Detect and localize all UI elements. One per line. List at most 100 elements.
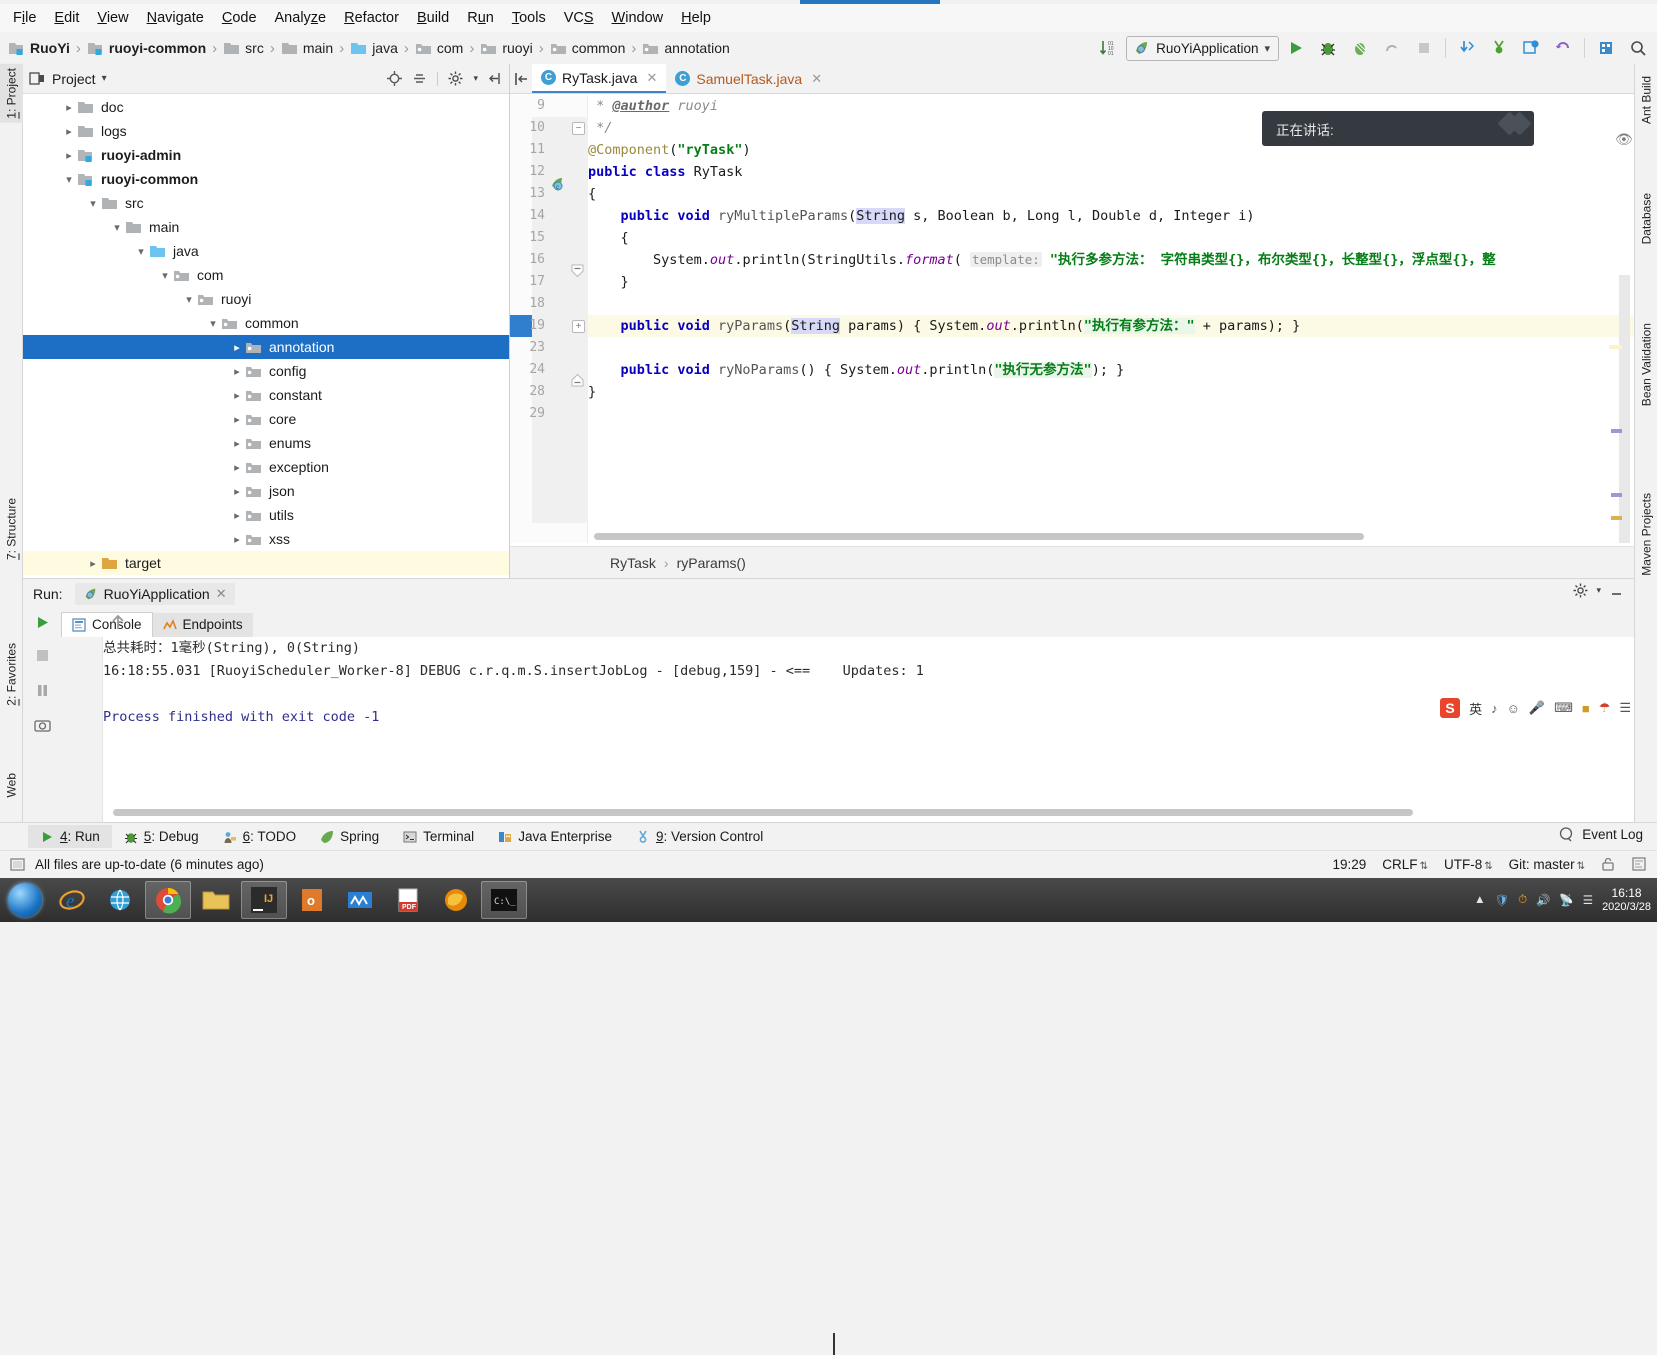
- cmd-icon[interactable]: C:\_: [481, 881, 527, 919]
- line-separator-widget[interactable]: CRLF ⇅: [1382, 857, 1428, 872]
- fold-marker-comment[interactable]: −: [572, 122, 585, 135]
- chevron-down-icon[interactable]: ▾: [133, 245, 149, 258]
- coverage-icon[interactable]: [1345, 35, 1375, 61]
- tree-node-doc[interactable]: ▸ doc: [23, 95, 509, 119]
- database-icon[interactable]: [1591, 35, 1621, 61]
- firefox-icon[interactable]: [433, 881, 479, 919]
- tree-node-main[interactable]: ▾ main: [23, 215, 509, 239]
- tab-rytask-java[interactable]: C RyTask.java ✕: [532, 64, 667, 93]
- menu-item-run[interactable]: Run: [458, 7, 503, 29]
- chevron-down-icon[interactable]: ▾: [85, 197, 101, 210]
- clock-sync-icon[interactable]: ⏱: [1518, 894, 1527, 907]
- chevron-right-icon[interactable]: ▸: [61, 125, 77, 138]
- tree-node-common[interactable]: ▾ common: [23, 311, 509, 335]
- chevron-right-icon[interactable]: ▸: [61, 149, 77, 162]
- chevron-down-icon-run[interactable]: ▾: [1596, 585, 1601, 596]
- menu-icon[interactable]: ☰: [1619, 700, 1631, 716]
- update-project-icon[interactable]: [1452, 35, 1482, 61]
- sound-icon[interactable]: 🔊: [1536, 893, 1550, 907]
- bottom-tab-todo[interactable]: 6: TODO: [211, 825, 309, 848]
- breadcrumb-ruoyi[interactable]: RuoYi: [6, 40, 72, 56]
- jetbrains-icon[interactable]: IJ: [241, 881, 287, 919]
- breadcrumb-main[interactable]: main: [279, 40, 335, 56]
- menu-item-code[interactable]: Code: [213, 7, 266, 29]
- signal-icon[interactable]: ☰: [1583, 893, 1593, 907]
- chevron-down-icon[interactable]: ▾: [61, 173, 77, 186]
- class-run-gutter-icon[interactable]: c: [549, 175, 567, 193]
- tree-node-exception[interactable]: ▸ exception: [23, 455, 509, 479]
- breadcrumb-src[interactable]: src: [221, 40, 266, 56]
- debug-icon[interactable]: [1313, 35, 1343, 61]
- tab-samueltask-java[interactable]: C SamuelTask.java ✕: [666, 64, 832, 93]
- bottom-tab-spring[interactable]: Spring: [308, 825, 391, 848]
- tree-node-ruoyi-admin[interactable]: ▸ ruoyi-admin: [23, 143, 509, 167]
- console-horizontal-scrollbar[interactable]: [113, 809, 1413, 816]
- eye-icon[interactable]: 👁: [1615, 131, 1633, 148]
- menu-item-build[interactable]: Build: [408, 7, 458, 29]
- sidebar-item-bean-validation[interactable]: Bean Validation: [1635, 319, 1657, 410]
- run-configuration-selector[interactable]: RuoYiApplication ▾: [1126, 35, 1279, 61]
- chevron-right-icon[interactable]: ▸: [229, 365, 245, 378]
- menu-item-tools[interactable]: Tools: [503, 7, 555, 29]
- bottom-tab-java-enterprise[interactable]: Java Enterprise: [486, 825, 624, 848]
- gear-icon-run[interactable]: [1573, 583, 1588, 598]
- fold-marker-method-19[interactable]: +: [572, 320, 585, 333]
- chevron-down-icon[interactable]: ▾: [181, 293, 197, 306]
- minimize-icon[interactable]: [1609, 583, 1624, 598]
- tab-list-icon[interactable]: [510, 64, 532, 93]
- editor-horizontal-scrollbar[interactable]: [594, 533, 1364, 540]
- close-icon[interactable]: ✕: [646, 70, 657, 86]
- chevron-right-icon[interactable]: ▸: [229, 413, 245, 426]
- sidebar-item-favorites[interactable]: 2: Favorites: [0, 639, 23, 710]
- marker-warning[interactable]: [1611, 516, 1622, 520]
- sidebar-item-ant-build[interactable]: Ant Build: [1635, 72, 1657, 128]
- tree-node-logs[interactable]: ▸ logs: [23, 119, 509, 143]
- pause-icon[interactable]: [29, 677, 55, 703]
- code-editor[interactable]: 91011121314151617181923242829 − + + + c …: [510, 95, 1634, 543]
- git-branch-widget[interactable]: Git: master ⇅: [1509, 857, 1585, 872]
- breadcrumb-ruoyi-common[interactable]: ruoyi-common: [85, 40, 208, 56]
- chevron-down-icon[interactable]: ▾: [205, 317, 221, 330]
- breadcrumb-common[interactable]: common: [548, 40, 628, 56]
- breadcrumb-java[interactable]: java: [348, 40, 400, 56]
- chevron-right-icon[interactable]: ▸: [229, 437, 245, 450]
- emoji-icon[interactable]: ☺: [1507, 701, 1520, 716]
- wps-icon[interactable]: [337, 881, 383, 919]
- network-tray-icon[interactable]: 📡: [1559, 893, 1573, 907]
- breadcrumb-annotation[interactable]: annotation: [640, 40, 731, 56]
- tree-node-enums[interactable]: ▸ enums: [23, 431, 509, 455]
- sidebar-item-maven-projects[interactable]: Maven Projects: [1635, 489, 1657, 580]
- close-icon-2[interactable]: ✕: [811, 71, 822, 87]
- tree-node-ruoyi[interactable]: ▾ ruoyi: [23, 287, 509, 311]
- chevron-down-icon[interactable]: ▾: [109, 221, 125, 234]
- run-config-tab[interactable]: RuoYiApplication ✕: [74, 583, 235, 605]
- bottom-tab-run[interactable]: 4: Run: [28, 825, 112, 848]
- menu-item-refactor[interactable]: Refactor: [335, 7, 408, 29]
- tab-endpoints[interactable]: Endpoints: [152, 613, 253, 637]
- tree-node-annotation[interactable]: ▸ annotation: [23, 335, 509, 359]
- chevron-right-icon[interactable]: ▸: [229, 533, 245, 546]
- menu-item-vcs[interactable]: VCS: [555, 7, 603, 29]
- umbrella-icon[interactable]: ☂: [1599, 700, 1611, 716]
- tree-node-utils[interactable]: ▸ utils: [23, 503, 509, 527]
- camera-icon[interactable]: [29, 712, 55, 738]
- close-icon-run[interactable]: ✕: [216, 586, 227, 602]
- breadcrumb-method[interactable]: ryParams(): [677, 555, 746, 571]
- tree-node-com[interactable]: ▾ com: [23, 263, 509, 287]
- tree-node-core[interactable]: ▸ core: [23, 407, 509, 431]
- keyboard-icon[interactable]: ⌨: [1554, 700, 1573, 716]
- stop-icon-run[interactable]: [29, 642, 55, 668]
- network-icon[interactable]: [97, 881, 143, 919]
- project-tree[interactable]: ▸ doc ▸ logs ▸ ruoyi-admin ▾ ruoyi-common ▾ src ▾ m…: [23, 95, 509, 578]
- sidebar-item-project[interactable]: 1: Project: [0, 64, 23, 123]
- menu-item-file[interactable]: File: [4, 7, 45, 29]
- mic-icon[interactable]: 🎤: [1529, 700, 1545, 716]
- breadcrumb-ruoyi[interactable]: ruoyi: [478, 40, 534, 56]
- office-icon[interactable]: o: [289, 881, 335, 919]
- menu-item-window[interactable]: Window: [603, 7, 673, 29]
- tree-node-ruoyi-common[interactable]: ▾ ruoyi-common: [23, 167, 509, 191]
- profile-icon[interactable]: [1377, 35, 1407, 61]
- tree-node-xss[interactable]: ▸ xss: [23, 527, 509, 551]
- chevron-right-icon[interactable]: ▸: [229, 461, 245, 474]
- hide-icon[interactable]: [488, 71, 503, 86]
